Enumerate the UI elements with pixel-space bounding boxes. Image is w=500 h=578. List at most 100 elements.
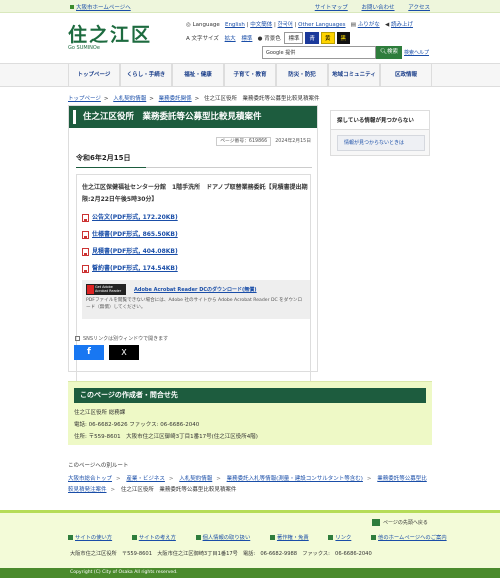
- adobe-note: PDFファイルを閲覧できない場合には、Adobe 社のサイトから Adobe A…: [86, 298, 303, 310]
- bullet-icon: [195, 535, 201, 540]
- breadcrumb-bidding[interactable]: 入札契約情報: [113, 96, 146, 102]
- text-standard-button[interactable]: 標準: [241, 36, 252, 42]
- not-found-button[interactable]: 情報が見つからないときは: [337, 135, 425, 151]
- lang-korean[interactable]: 한국어: [278, 22, 293, 28]
- nav-child[interactable]: 子育て・教育: [224, 64, 276, 86]
- language-row: ◎ Language English | 中文簡体 | 한국어 | Other …: [186, 22, 413, 28]
- pdf-link-notice[interactable]: 公告文(PDF形式, 172.20KB): [82, 212, 178, 222]
- adobe-reader-box: Get Adobe Acrobat Reader Adobe Acrobat R…: [82, 280, 310, 319]
- article-body: 住之江区保健福祉センター分館 1階手洗所 ドアノブ取替業務委託【見積書提出期限:…: [82, 184, 308, 203]
- search-input[interactable]: Google 提供: [262, 46, 376, 59]
- text-enlarge-button[interactable]: 拡大: [225, 36, 236, 42]
- pdf-icon: [82, 213, 89, 222]
- alt-route: 大阪市総合トップ > 産業・ビジネス > 入札契約情報 > 業務委託入札等情報(測量・…: [68, 476, 427, 493]
- pdf-link-quote[interactable]: 見積書(PDF形式, 404.08KB): [82, 246, 178, 256]
- route-bidding[interactable]: 入札契約情報: [179, 476, 212, 482]
- adobe-download-link[interactable]: Adobe Acrobat Reader DCのダウンロード(無償): [134, 286, 257, 293]
- breadcrumb: トップページ > 入札契約情報 > 業務委託関係 > 住之江区役所 業務委託等公募型比…: [68, 96, 320, 102]
- pdf-link-pledge[interactable]: 誓約書(PDF形式, 174.54KB): [82, 263, 178, 273]
- text-size-icon: A: [186, 36, 190, 42]
- contact-address: 住所: 〒559-8601 大阪市住之江区御崎3丁目1番17号(住之江区役所4階…: [74, 434, 258, 440]
- x-share-button[interactable]: X: [109, 345, 139, 360]
- page-title: 住之江区役所 業務委託等公募型比較見積案件: [69, 106, 317, 128]
- footer-link-other[interactable]: 他のホームページへのご案内: [371, 535, 456, 541]
- logo-text: 住之江区: [68, 24, 153, 46]
- adobe-reader-icon[interactable]: Get Adobe Acrobat Reader: [86, 284, 126, 295]
- page-meta: ページ番号：619866 2024年2月15日: [216, 137, 311, 146]
- search-help-link[interactable]: 検索ヘルプ: [404, 49, 429, 56]
- not-found-heading: 探している情報が見つからない: [331, 111, 429, 130]
- bg-yellow-button[interactable]: 黄: [321, 32, 335, 44]
- pdf-link-spec[interactable]: 仕様書(PDF形式, 865.50KB): [82, 229, 178, 239]
- not-found-box: 探している情報が見つからない 情報が見つからないときは: [330, 110, 430, 156]
- arrow-up-icon: [372, 519, 380, 526]
- read-aloud-link[interactable]: 読み上げ: [391, 22, 413, 28]
- access-link[interactable]: アクセス: [408, 5, 430, 11]
- footer: ページの先頭へ戻る サイトの使い方 サイトの考え方 個人情報の取り扱い 著作権・…: [0, 510, 500, 568]
- global-nav: トップページ くらし・手続き 福祉・健康 子育て・教育 防災・防犯 地域コミュニ…: [0, 63, 500, 87]
- bullet-icon: [371, 535, 377, 540]
- facebook-share-button[interactable]: f: [74, 345, 104, 360]
- pdf-icon: [82, 264, 89, 273]
- contact-name: 住之江区役所 総務課: [74, 410, 126, 416]
- language-label: Language: [192, 22, 220, 28]
- bullet-icon: [68, 535, 73, 540]
- contact-box: このページの作成者・問合せ先 住之江区役所 総務課 電話: 06-6682-96…: [68, 381, 432, 445]
- speaker-icon: ◀: [384, 22, 390, 28]
- article-date: 令和6年2月15日: [76, 154, 131, 162]
- breadcrumb-outsourcing[interactable]: 業務委託関係: [159, 96, 192, 102]
- route-industry[interactable]: 産業・ビジネス: [126, 476, 165, 482]
- osaka-home-link[interactable]: 大阪市ホームページへ: [70, 3, 131, 11]
- nav-safety[interactable]: 防災・防犯: [276, 64, 328, 86]
- bg-standard-button[interactable]: 標準: [284, 32, 304, 44]
- route-osaka-top[interactable]: 大阪市総合トップ: [68, 476, 112, 482]
- nav-community[interactable]: 地域コミュニティ: [328, 64, 380, 86]
- globe-icon: ◎: [186, 22, 191, 28]
- main-content: 住之江区役所 業務委託等公募型比較見積案件 ページ番号：619866 2024年2…: [68, 105, 318, 427]
- contact-heading: このページの作成者・問合せ先: [74, 388, 426, 403]
- furigana-icon: ▤: [350, 22, 356, 28]
- home-icon: [70, 5, 74, 9]
- sitemap-link[interactable]: サイトマップ: [315, 5, 348, 11]
- footer-link-copyright[interactable]: 著作権・免責: [269, 535, 318, 541]
- contact-link[interactable]: お問い合わせ: [362, 5, 395, 11]
- lang-english[interactable]: English: [225, 22, 245, 28]
- furigana-link[interactable]: ふりがな: [358, 22, 380, 28]
- footer-link-policy[interactable]: サイトの考え方: [131, 535, 185, 541]
- alt-route-heading: このページへの別ルート: [68, 463, 129, 469]
- pdf-icon: [82, 230, 89, 239]
- nav-living[interactable]: くらし・手続き: [120, 64, 172, 86]
- nav-admin[interactable]: 区政情報: [380, 64, 432, 86]
- bullet-icon: [131, 535, 137, 540]
- page-top-link[interactable]: ページの先頭へ戻る: [372, 519, 428, 526]
- sns-note: SNSリンクは別ウィンドウで開きます: [75, 335, 168, 342]
- nav-top[interactable]: トップページ: [68, 64, 120, 86]
- footer-link-usage[interactable]: サイトの使い方: [68, 535, 121, 541]
- palette-icon: ●: [257, 36, 263, 42]
- search-button[interactable]: 🔍︎検索: [376, 46, 402, 59]
- bg-black-button[interactable]: 黒: [336, 32, 351, 44]
- breadcrumb-current: 住之江区役所 業務委託等公募型比較見積案件: [204, 96, 320, 102]
- divider: [76, 167, 312, 168]
- lang-other[interactable]: Other Languages: [298, 22, 345, 28]
- route-current: 住之江区役所 業務委託等公募型比較見積案件: [120, 487, 237, 493]
- contact-tel: 電話: 06-6682-9626 ファックス: 06-6686-2040: [74, 422, 200, 428]
- copyright: Copyright (C) City of Osaka All rights r…: [0, 568, 500, 578]
- lang-chinese[interactable]: 中文簡体: [250, 22, 272, 28]
- bg-blue-button[interactable]: 青: [305, 32, 319, 44]
- page-id: ページ番号：619866: [216, 137, 272, 146]
- bgcolor-label: 背景色: [264, 36, 281, 42]
- updated-date: 2024年2月15日: [275, 139, 311, 144]
- footer-links: サイトの使い方 サイトの考え方 個人情報の取り扱い 著作権・免責 リンク 他のホ…: [68, 533, 465, 541]
- footer-link-links[interactable]: リンク: [328, 535, 360, 541]
- top-bar: 大阪市ホームページへ サイトマップ お問い合わせ アクセス: [0, 0, 500, 13]
- bullet-icon: [269, 535, 275, 540]
- external-window-icon: [75, 336, 80, 341]
- footer-link-privacy[interactable]: 個人情報の取り扱い: [195, 535, 260, 541]
- display-settings-row: A 文字サイズ 拡大 標準 ● 背景色 標準青黄黒: [186, 32, 351, 44]
- site-logo[interactable]: 住之江区 Go SUMINOe: [68, 20, 152, 51]
- search-icon: 🔍︎: [380, 49, 387, 55]
- breadcrumb-home[interactable]: トップページ: [68, 96, 101, 102]
- route-outsourcing[interactable]: 業務委託入札等情報(測量・建設コンサルタント等含む): [227, 476, 363, 482]
- nav-welfare[interactable]: 福祉・健康: [172, 64, 224, 86]
